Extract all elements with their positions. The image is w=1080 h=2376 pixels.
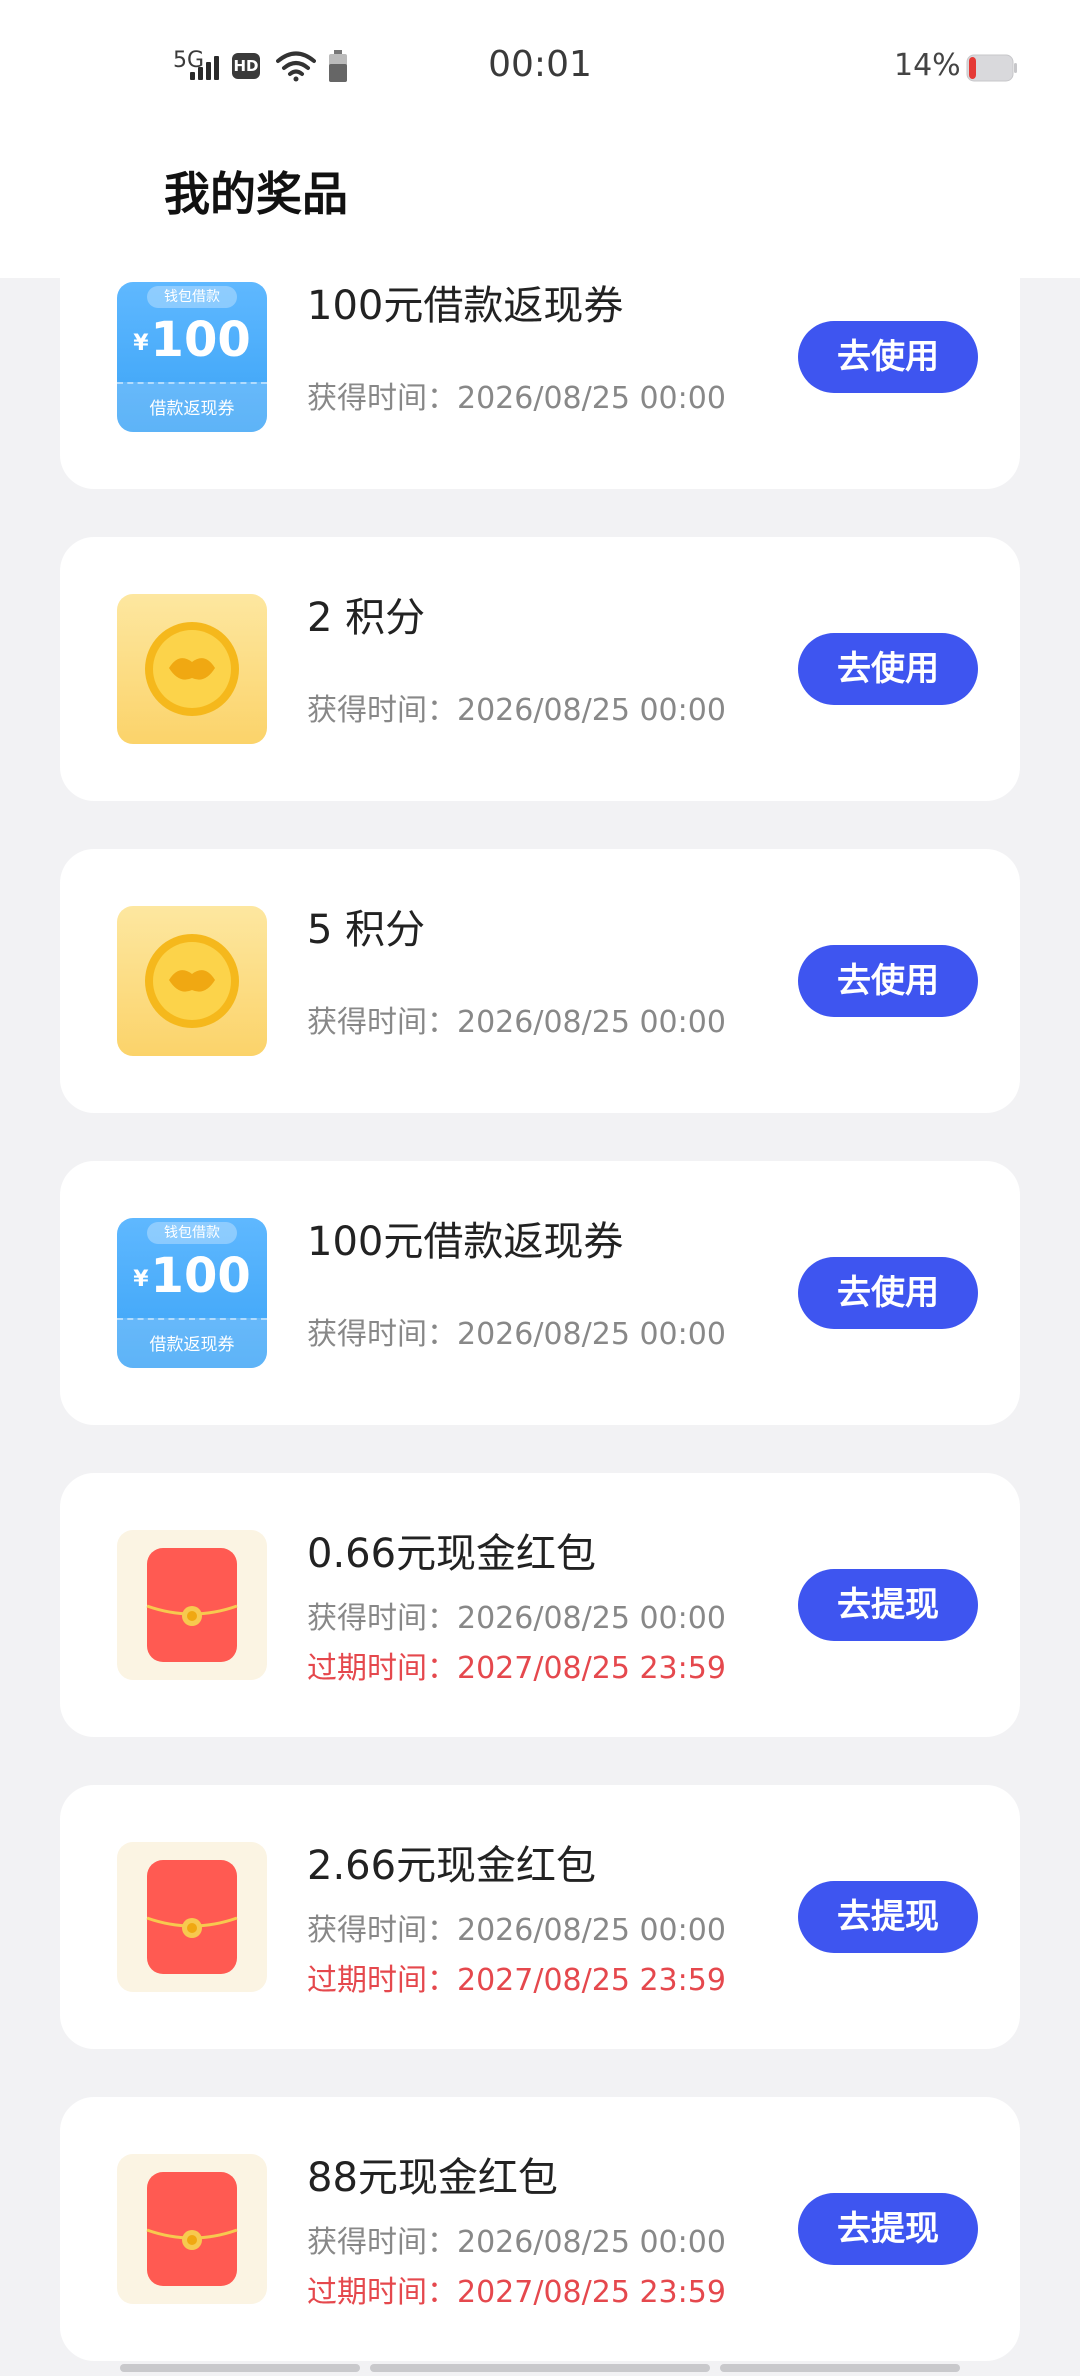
red-envelope-icon [117, 1530, 267, 1680]
prize-card: 2 积分 获得时间：2026/08/25 00:00 去使用 [60, 537, 1020, 801]
prize-name: 5 积分 [307, 907, 426, 953]
prize-name: 2 积分 [307, 595, 426, 641]
points-coin-icon [117, 906, 267, 1056]
prize-card: 钱包借款 ¥100 借款返现券 100元借款返现券 获得时间：2026/08/2… [60, 1161, 1020, 1425]
gained-time: 获得时间：2026/08/25 00:00 [307, 1601, 726, 1636]
prize-name: 100元借款返现券 [307, 283, 624, 329]
prize-name: 0.66元现金红包 [307, 1531, 597, 1577]
gained-time: 获得时间：2026/08/25 00:00 [307, 1005, 726, 1040]
prize-card: 2.66元现金红包 获得时间：2026/08/25 00:00 过期时间：202… [60, 1785, 1020, 2049]
voucher-brand-label: 钱包借款 [147, 286, 237, 308]
use-button[interactable]: 去使用 [798, 1257, 978, 1329]
voucher-thumbnail: 钱包借款 ¥100 借款返现券 [117, 1218, 267, 1368]
prize-card: 5 积分 获得时间：2026/08/25 00:00 去使用 [60, 849, 1020, 1113]
bottom-scroll-indicator [120, 2364, 960, 2372]
voucher-type-label: 借款返现券 [117, 382, 267, 432]
use-button[interactable]: 去使用 [798, 945, 978, 1017]
voucher-type-label: 借款返现券 [117, 1318, 267, 1368]
points-coin-icon [117, 594, 267, 744]
withdraw-button[interactable]: 去提现 [798, 1569, 978, 1641]
top-bar: 5G HD 00:01 14% 我的奖品 [0, 0, 1080, 278]
prize-name: 88元现金红包 [307, 2155, 558, 2201]
prize-card: 88元现金红包 获得时间：2026/08/25 00:00 过期时间：2027/… [60, 2097, 1020, 2361]
red-envelope-icon [117, 2154, 267, 2304]
status-bar: 5G HD 00:01 14% [0, 0, 1080, 140]
prize-name: 2.66元现金红包 [307, 1843, 597, 1889]
expire-time: 过期时间：2027/08/25 23:59 [307, 1963, 726, 1998]
voucher-thumbnail: 钱包借款 ¥100 借款返现券 [117, 282, 267, 432]
gained-time: 获得时间：2026/08/25 00:00 [307, 693, 726, 728]
gained-time: 获得时间：2026/08/25 00:00 [307, 1317, 726, 1352]
use-button[interactable]: 去使用 [798, 633, 978, 705]
gained-time: 获得时间：2026/08/25 00:00 [307, 381, 726, 416]
gained-time: 获得时间：2026/08/25 00:00 [307, 1913, 726, 1948]
page-title: 我的奖品 [164, 167, 348, 221]
prize-card: 0.66元现金红包 获得时间：2026/08/25 00:00 过期时间：202… [60, 1473, 1020, 1737]
expire-time: 过期时间：2027/08/25 23:59 [307, 2275, 726, 2310]
withdraw-button[interactable]: 去提现 [798, 1881, 978, 1953]
voucher-brand-label: 钱包借款 [147, 1222, 237, 1244]
battery-icon [966, 54, 1017, 82]
withdraw-button[interactable]: 去提现 [798, 2193, 978, 2265]
prize-name: 100元借款返现券 [307, 1219, 624, 1265]
voucher-amount: ¥100 [133, 1248, 251, 1304]
use-button[interactable]: 去使用 [798, 321, 978, 393]
expire-time: 过期时间：2027/08/25 23:59 [307, 1651, 726, 1686]
battery-percent: 14% [894, 48, 961, 83]
gained-time: 获得时间：2026/08/25 00:00 [307, 2225, 726, 2260]
voucher-amount: ¥100 [133, 312, 251, 368]
red-envelope-icon [117, 1842, 267, 1992]
